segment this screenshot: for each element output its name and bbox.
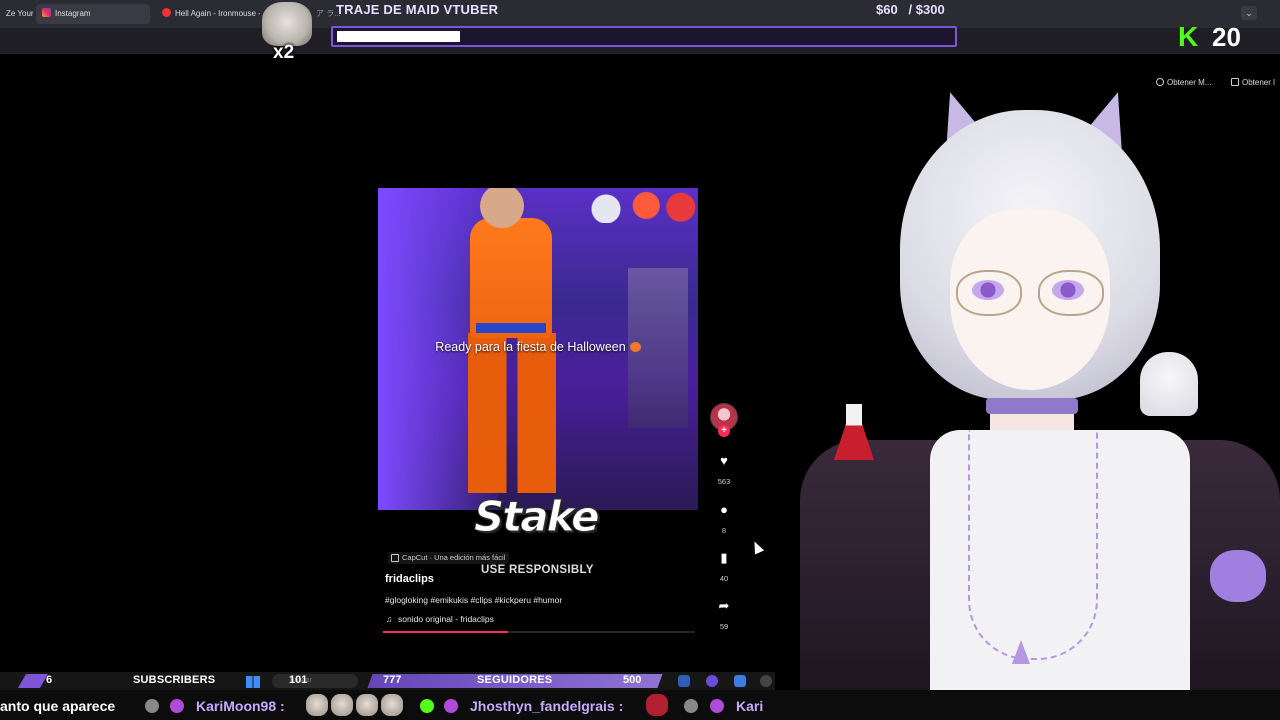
- chat-username: KariMoon98 :: [196, 698, 285, 714]
- emote-counter: x2: [273, 42, 295, 63]
- discord-icon[interactable]: [706, 675, 718, 687]
- mouse-cursor-icon: [749, 539, 765, 555]
- bookmark-icon: ▮: [720, 550, 728, 565]
- save-count: 40: [719, 574, 729, 583]
- browser-tab-instagram[interactable]: Instagram: [36, 4, 150, 24]
- capcut-badge[interactable]: CapCut · Una edición más fácil: [388, 552, 510, 564]
- chat-username: Kari: [736, 698, 764, 714]
- stake-tagline: USE RESPONSIBLY: [481, 564, 594, 576]
- chat-badge-icon: [420, 699, 434, 713]
- instagram-icon: [42, 8, 51, 17]
- avatar-necklace: [968, 430, 1098, 660]
- goal-amount: $60 / $300: [876, 2, 945, 17]
- chat-message-text: anto que aparece: [0, 698, 116, 714]
- avatar-glasses-left: [956, 270, 1022, 316]
- video-author[interactable]: fridaclips: [385, 573, 434, 585]
- video-music[interactable]: ♫ sonido original - fridaclips: [386, 614, 494, 624]
- heart-icon: ♥: [720, 453, 728, 468]
- chat-badge-icon: [444, 699, 458, 713]
- share-icon: ➦: [718, 598, 730, 613]
- chat-badge-icon: [684, 699, 698, 713]
- kick-viewer-count: 20: [1212, 22, 1241, 52]
- video-hashtags[interactable]: #glogloking #emikukis #clips #kickperu #…: [385, 595, 562, 605]
- music-note-icon: ♫: [386, 614, 393, 624]
- cat-emote-icon: [356, 694, 378, 716]
- avatar-glasses-right: [1038, 270, 1104, 316]
- followers-label: SEGUIDORES: [477, 674, 553, 686]
- youtube-icon: [162, 8, 171, 17]
- cat-sticker-icon: [1210, 550, 1266, 602]
- comment-count: 8: [721, 526, 727, 535]
- browser-tab[interactable]: Ze Your D: [0, 4, 34, 24]
- tray-app-icon[interactable]: [678, 675, 690, 687]
- save-button[interactable]: ▮ 40: [708, 550, 740, 584]
- tiktok-video[interactable]: Ready para la fiesta de Halloween: [378, 188, 698, 510]
- chat-badge-icon: [145, 699, 159, 713]
- goal-progress-fill: [337, 31, 460, 42]
- subscribers-label: SUBSCRIBERS: [133, 674, 216, 686]
- video-balloons: [583, 188, 698, 223]
- tab-label: Instagram: [55, 9, 91, 18]
- follow-plus-icon[interactable]: +: [718, 425, 730, 437]
- video-progress-fill: [383, 631, 508, 633]
- tray-app-icon-2[interactable]: [734, 675, 746, 687]
- capcut-icon: [391, 554, 399, 562]
- share-count: 59: [719, 622, 729, 631]
- goal-current: $60: [876, 2, 898, 17]
- browser-tab-youtube[interactable]: Hell Again - Ironmouse - Y: [156, 4, 260, 24]
- comment-icon: ●: [720, 502, 728, 517]
- chevron-down-icon[interactable]: ⌄: [1241, 6, 1257, 20]
- cat-emote-icon: [331, 694, 353, 716]
- like-count: 563: [717, 477, 731, 486]
- tray-app-icon-3[interactable]: [760, 675, 772, 687]
- followers-goal: 500: [623, 674, 642, 686]
- avatar-choker: [986, 398, 1078, 414]
- kick-viewer-badge: K 20: [1178, 20, 1254, 54]
- avatar-jacket-left: [800, 440, 950, 720]
- video-progress-bar[interactable]: [383, 631, 695, 633]
- windows-icon[interactable]: [246, 676, 260, 688]
- cat-emote-icon: [381, 694, 403, 716]
- chat-emote-icon: [646, 694, 668, 716]
- kick-logo-icon: K: [1178, 21, 1199, 52]
- chat-ticker: [0, 690, 1280, 720]
- cat-emote-icon: [306, 694, 328, 716]
- ghost-sticker-icon: [1140, 352, 1198, 416]
- vtuber-avatar: [780, 80, 1280, 720]
- goal-progress-bar: [331, 26, 957, 47]
- followers-mid: 777: [383, 674, 402, 686]
- video-person-belt: [476, 323, 546, 333]
- comment-button[interactable]: ● 8: [708, 502, 740, 536]
- share-button[interactable]: ➦ 59: [708, 598, 740, 632]
- like-button[interactable]: ♥ 563: [708, 453, 740, 487]
- stake-logo: Stake: [474, 492, 601, 542]
- chat-username: Jhosthyn_fandelgrais :: [470, 698, 624, 714]
- goal-title: TRAJE DE MAID VTUBER: [336, 2, 499, 17]
- music-label: sonido original - fridaclips: [398, 614, 494, 624]
- capcut-label: CapCut · Una edición más fácil: [402, 553, 506, 562]
- taskbar-search-input[interactable]: Buscar: [272, 674, 358, 688]
- cat-emote-icon: [262, 2, 312, 46]
- video-caption: Ready para la fiesta de Halloween: [378, 340, 698, 354]
- tab-label: Ze Your D: [6, 9, 34, 18]
- browser-tab-strip: Ze Your D Instagram Hell Again - Ironmou…: [0, 0, 1280, 28]
- followers-current: 101: [289, 674, 308, 686]
- chat-badge-icon: [170, 699, 184, 713]
- chat-badge-icon: [710, 699, 724, 713]
- goal-target: / $300: [908, 2, 945, 17]
- video-person-legs: [468, 333, 556, 493]
- video-person-body: [470, 218, 552, 338]
- video-caption-text: Ready para la fiesta de Halloween: [435, 340, 626, 354]
- subscribers-count: 6: [46, 674, 53, 686]
- tab-label: Hell Again - Ironmouse - Y: [175, 9, 260, 18]
- pumpkin-icon: [629, 342, 641, 352]
